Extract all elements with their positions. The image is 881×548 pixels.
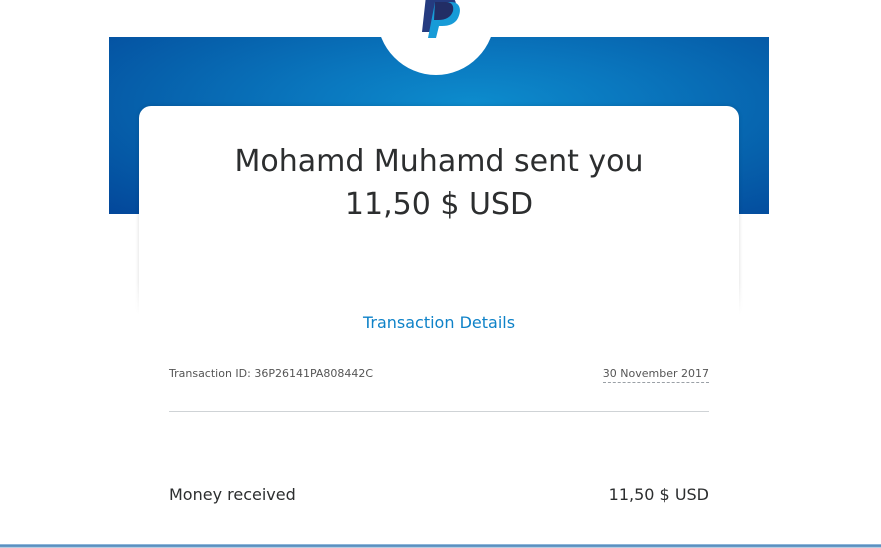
window-bottom-edge xyxy=(0,544,881,548)
paypal-logo-icon xyxy=(422,0,460,38)
transaction-details-link[interactable]: Transaction Details xyxy=(139,312,739,334)
headline-sender: Mohamd Muhamd sent you xyxy=(234,144,644,179)
transaction-date[interactable]: 30 November 2017 xyxy=(602,367,709,383)
money-received-value: 11,50 $ USD xyxy=(608,485,709,504)
email-view: Mohamd Muhamd sent you 11,50 $ USD Trans… xyxy=(0,0,881,548)
headline: Mohamd Muhamd sent you 11,50 $ USD xyxy=(139,140,739,226)
headline-amount: 11,50 $ USD xyxy=(344,187,534,222)
divider xyxy=(169,411,709,412)
money-received-label: Money received xyxy=(169,485,296,504)
transaction-id: Transaction ID: 36P26141PA808442C xyxy=(169,367,374,380)
